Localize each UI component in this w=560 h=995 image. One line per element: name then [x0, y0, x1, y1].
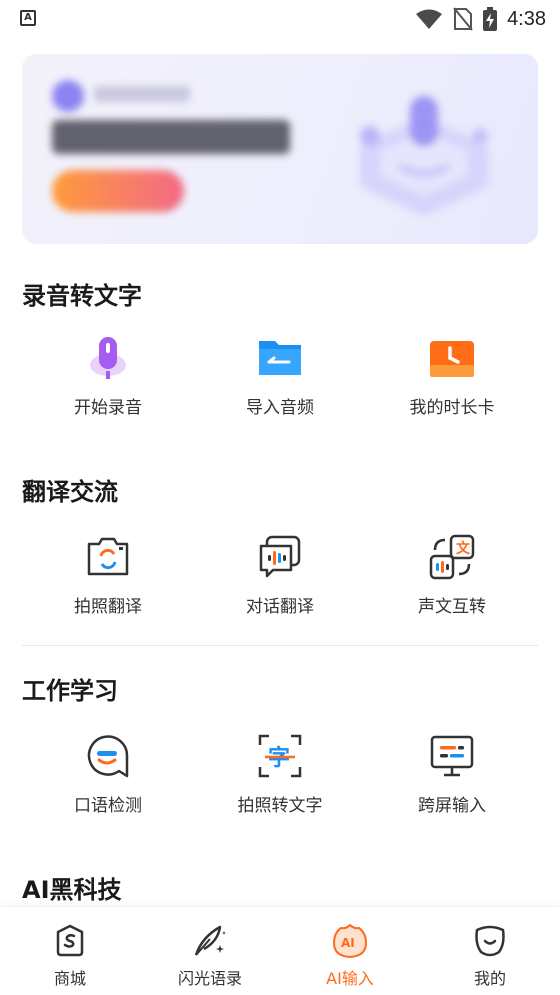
- nav-flash-quotes-label: 闪光语录: [177, 969, 242, 988]
- svg-text:文: 文: [456, 540, 471, 557]
- banner-cta-button[interactable]: [52, 170, 184, 212]
- clock-time: 4:38: [507, 7, 546, 30]
- shop-icon: [52, 923, 88, 959]
- nav-ai-input-label: AI输入: [326, 969, 374, 988]
- nav-ai-input[interactable]: AI AI输入: [280, 907, 420, 995]
- camera-translate-icon: [85, 534, 131, 580]
- dialog-translate-label: 对话翻译: [246, 597, 314, 617]
- voice-text-convert-label: 声文互转: [418, 597, 486, 617]
- section-title-recording: 录音转文字: [22, 282, 142, 310]
- voice-text-convert-button[interactable]: 文 声文互转: [366, 534, 538, 617]
- banner-logo-icon: [52, 80, 84, 112]
- dialog-translate-icon: [257, 534, 303, 580]
- folder-icon: [257, 335, 303, 381]
- nav-flash-quotes[interactable]: 闪光语录: [140, 907, 280, 995]
- battery-charging-icon: [483, 7, 498, 31]
- section-title-ai-tech: AI黑科技: [22, 876, 122, 904]
- quill-icon: [192, 923, 228, 959]
- speaking-check-icon: [85, 733, 131, 779]
- status-bar: A 4:38: [0, 0, 560, 38]
- photo-translate-label: 拍照翻译: [74, 597, 142, 617]
- ai-input-icon: AI: [332, 923, 368, 959]
- work-study-grid: 口语检测 字 拍照转文字 跨屏输入: [22, 733, 538, 816]
- bottom-navigation: 商城 闪光语录 AI AI输入 我的: [0, 907, 560, 995]
- translation-grid: 拍照翻译 对话翻译 文 声文互转: [22, 534, 538, 617]
- start-recording-label: 开始录音: [74, 398, 142, 418]
- banner-illustration-icon: [360, 96, 488, 216]
- wifi-icon: [416, 9, 443, 29]
- scan-text-icon: 字: [257, 733, 303, 779]
- banner-subtitle-placeholder: [94, 86, 190, 102]
- my-time-card-label: 我的时长卡: [409, 398, 495, 418]
- section-title-translation: 翻译交流: [22, 478, 118, 506]
- my-time-card-button[interactable]: 我的时长卡: [366, 335, 538, 418]
- cross-screen-input-button[interactable]: 跨屏输入: [366, 733, 538, 816]
- cross-screen-input-label: 跨屏输入: [418, 796, 486, 816]
- nav-shop-label: 商城: [53, 969, 86, 988]
- speaking-check-button[interactable]: 口语检测: [22, 733, 194, 816]
- import-audio-button[interactable]: 导入音频: [194, 335, 366, 418]
- nav-profile-label: 我的: [473, 969, 506, 988]
- recording-grid: 开始录音 导入音频 我的时长卡: [22, 335, 538, 418]
- speaking-check-label: 口语检测: [74, 796, 142, 816]
- nav-profile[interactable]: 我的: [420, 907, 560, 995]
- dialog-translate-button[interactable]: 对话翻译: [194, 534, 366, 617]
- app-notification-icon: A: [20, 10, 36, 26]
- no-sim-icon: [453, 7, 473, 31]
- monitor-input-icon: [429, 733, 475, 779]
- clock-card-icon: [429, 335, 475, 381]
- profile-icon: [472, 923, 508, 959]
- voice-text-convert-icon: 文: [429, 534, 475, 580]
- status-icons: 4:38: [415, 6, 546, 32]
- microphone-icon: [85, 335, 131, 381]
- nav-shop[interactable]: 商城: [0, 907, 140, 995]
- svg-text:AI: AI: [341, 936, 355, 950]
- photo-to-text-button[interactable]: 字 拍照转文字: [194, 733, 366, 816]
- photo-to-text-label: 拍照转文字: [237, 796, 323, 816]
- promo-banner[interactable]: [22, 54, 538, 244]
- start-recording-button[interactable]: 开始录音: [22, 335, 194, 418]
- import-audio-label: 导入音频: [246, 398, 314, 418]
- photo-translate-button[interactable]: 拍照翻译: [22, 534, 194, 617]
- banner-title-placeholder: [52, 120, 290, 154]
- section-title-work-study: 工作学习: [22, 677, 118, 705]
- section-divider: [22, 645, 538, 646]
